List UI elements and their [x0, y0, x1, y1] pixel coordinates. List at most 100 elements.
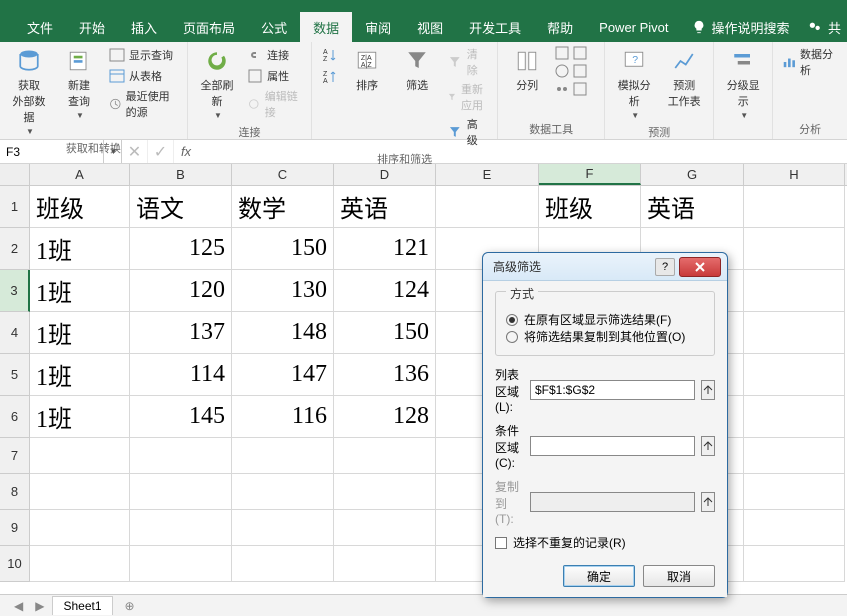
tell-me-search[interactable]: 操作说明搜索 [692, 18, 790, 37]
cell-H3[interactable] [744, 270, 845, 312]
row-header[interactable]: 3 [0, 270, 30, 312]
cell-H5[interactable] [744, 354, 845, 396]
cell-G1[interactable]: 英语 [641, 186, 744, 228]
relationships-icon[interactable] [554, 81, 570, 97]
cell-D2[interactable]: 121 [334, 228, 436, 270]
cell-B7[interactable] [130, 438, 232, 474]
get-external-data-button[interactable]: 获取 外部数据▼ [6, 45, 52, 138]
cell-D4[interactable]: 150 [334, 312, 436, 354]
cell-D1[interactable]: 英语 [334, 186, 436, 228]
tab-help[interactable]: 帮助 [534, 12, 586, 43]
dialog-help-button[interactable]: ? [655, 258, 675, 276]
data-val-icon[interactable] [554, 63, 570, 79]
outline-button[interactable]: 分级显示▼ [720, 45, 766, 122]
cell-A1[interactable]: 班级 [30, 186, 130, 228]
cell-C8[interactable] [232, 474, 334, 510]
cell-A10[interactable] [30, 546, 130, 582]
col-header-E[interactable]: E [436, 164, 539, 185]
new-sheet-button[interactable]: ⊕ [117, 599, 143, 613]
cell-H4[interactable] [744, 312, 845, 354]
formula-input[interactable] [198, 140, 847, 163]
ok-button[interactable]: 确定 [563, 565, 635, 587]
fx-icon[interactable]: fx [174, 140, 198, 163]
tab-page-layout[interactable]: 页面布局 [170, 12, 248, 43]
list-range-ref-button[interactable] [701, 380, 715, 400]
whatif-button[interactable]: ? 模拟分析▼ [611, 45, 657, 122]
refresh-all-button[interactable]: 全部刷新▼ [194, 45, 240, 122]
cell-C1[interactable]: 数学 [232, 186, 334, 228]
cell-D7[interactable] [334, 438, 436, 474]
cell-A4[interactable]: 1班 [30, 312, 130, 354]
select-all-corner[interactable] [0, 164, 30, 185]
cell-B10[interactable] [130, 546, 232, 582]
cell-F1[interactable]: 班级 [539, 186, 641, 228]
show-queries-button[interactable]: 显示查询 [106, 45, 181, 65]
dialog-close-button[interactable] [679, 257, 721, 277]
cell-H1[interactable] [744, 186, 845, 228]
flash-fill-icon[interactable] [554, 45, 570, 61]
tab-file[interactable]: 文件 [14, 12, 66, 43]
row-header[interactable]: 5 [0, 354, 30, 396]
cell-A2[interactable]: 1班 [30, 228, 130, 270]
col-header-G[interactable]: G [641, 164, 744, 185]
cell-B2[interactable]: 125 [130, 228, 232, 270]
tab-developer[interactable]: 开发工具 [456, 12, 534, 43]
row-header[interactable]: 9 [0, 510, 30, 546]
cell-C5[interactable]: 147 [232, 354, 334, 396]
sort-asc-button[interactable]: AZ [318, 45, 340, 65]
cell-H7[interactable] [744, 438, 845, 474]
row-header[interactable]: 8 [0, 474, 30, 510]
cell-C6[interactable]: 116 [232, 396, 334, 438]
forecast-sheet-button[interactable]: 预测 工作表 [661, 45, 707, 111]
name-box[interactable]: F3 [0, 140, 104, 163]
col-header-B[interactable]: B [130, 164, 232, 185]
properties-button[interactable]: 属性 [244, 66, 305, 86]
cell-D8[interactable] [334, 474, 436, 510]
col-header-A[interactable]: A [30, 164, 130, 185]
cell-H9[interactable] [744, 510, 845, 546]
cell-H10[interactable] [744, 546, 845, 582]
sheet-nav-prev[interactable]: ◀ [10, 599, 27, 613]
cell-B6[interactable]: 145 [130, 396, 232, 438]
cell-H8[interactable] [744, 474, 845, 510]
row-header[interactable]: 7 [0, 438, 30, 474]
col-header-C[interactable]: C [232, 164, 334, 185]
cell-C10[interactable] [232, 546, 334, 582]
sort-button[interactable]: Z|AA|Z 排序 [344, 45, 390, 95]
reapply-button[interactable]: 重新应用 [444, 80, 491, 114]
cell-D3[interactable]: 124 [334, 270, 436, 312]
manage-model-icon[interactable] [572, 81, 588, 97]
tab-review[interactable]: 审阅 [352, 12, 404, 43]
tab-view[interactable]: 视图 [404, 12, 456, 43]
cell-C3[interactable]: 130 [232, 270, 334, 312]
cell-B4[interactable]: 137 [130, 312, 232, 354]
cell-B8[interactable] [130, 474, 232, 510]
filter-button[interactable]: 筛选 [394, 45, 440, 95]
clear-filter-button[interactable]: 清除 [444, 45, 491, 79]
cell-D10[interactable] [334, 546, 436, 582]
cell-H2[interactable] [744, 228, 845, 270]
cell-C4[interactable]: 148 [232, 312, 334, 354]
tab-insert[interactable]: 插入 [118, 12, 170, 43]
tab-powerpivot[interactable]: Power Pivot [586, 14, 681, 41]
cell-A3[interactable]: 1班 [30, 270, 130, 312]
cell-D5[interactable]: 136 [334, 354, 436, 396]
tab-home[interactable]: 开始 [66, 12, 118, 43]
cell-E1[interactable] [436, 186, 539, 228]
col-header-D[interactable]: D [334, 164, 436, 185]
cell-A5[interactable]: 1班 [30, 354, 130, 396]
sheet-tab[interactable]: Sheet1 [52, 596, 112, 615]
copy-to-ref-button[interactable] [701, 492, 715, 512]
radio-filter-in-place[interactable]: 在原有区域显示筛选结果(F) [506, 311, 704, 328]
dialog-titlebar[interactable]: 高级筛选 ? [483, 253, 727, 281]
cell-B9[interactable] [130, 510, 232, 546]
cell-D9[interactable] [334, 510, 436, 546]
text-to-columns-button[interactable]: 分列 [504, 45, 550, 95]
share-area[interactable]: 共 [808, 18, 847, 37]
cell-A6[interactable]: 1班 [30, 396, 130, 438]
cell-B3[interactable]: 120 [130, 270, 232, 312]
row-header[interactable]: 2 [0, 228, 30, 270]
row-header[interactable]: 1 [0, 186, 30, 228]
sheet-nav-next[interactable]: ▶ [31, 599, 48, 613]
col-header-H[interactable]: H [744, 164, 845, 185]
